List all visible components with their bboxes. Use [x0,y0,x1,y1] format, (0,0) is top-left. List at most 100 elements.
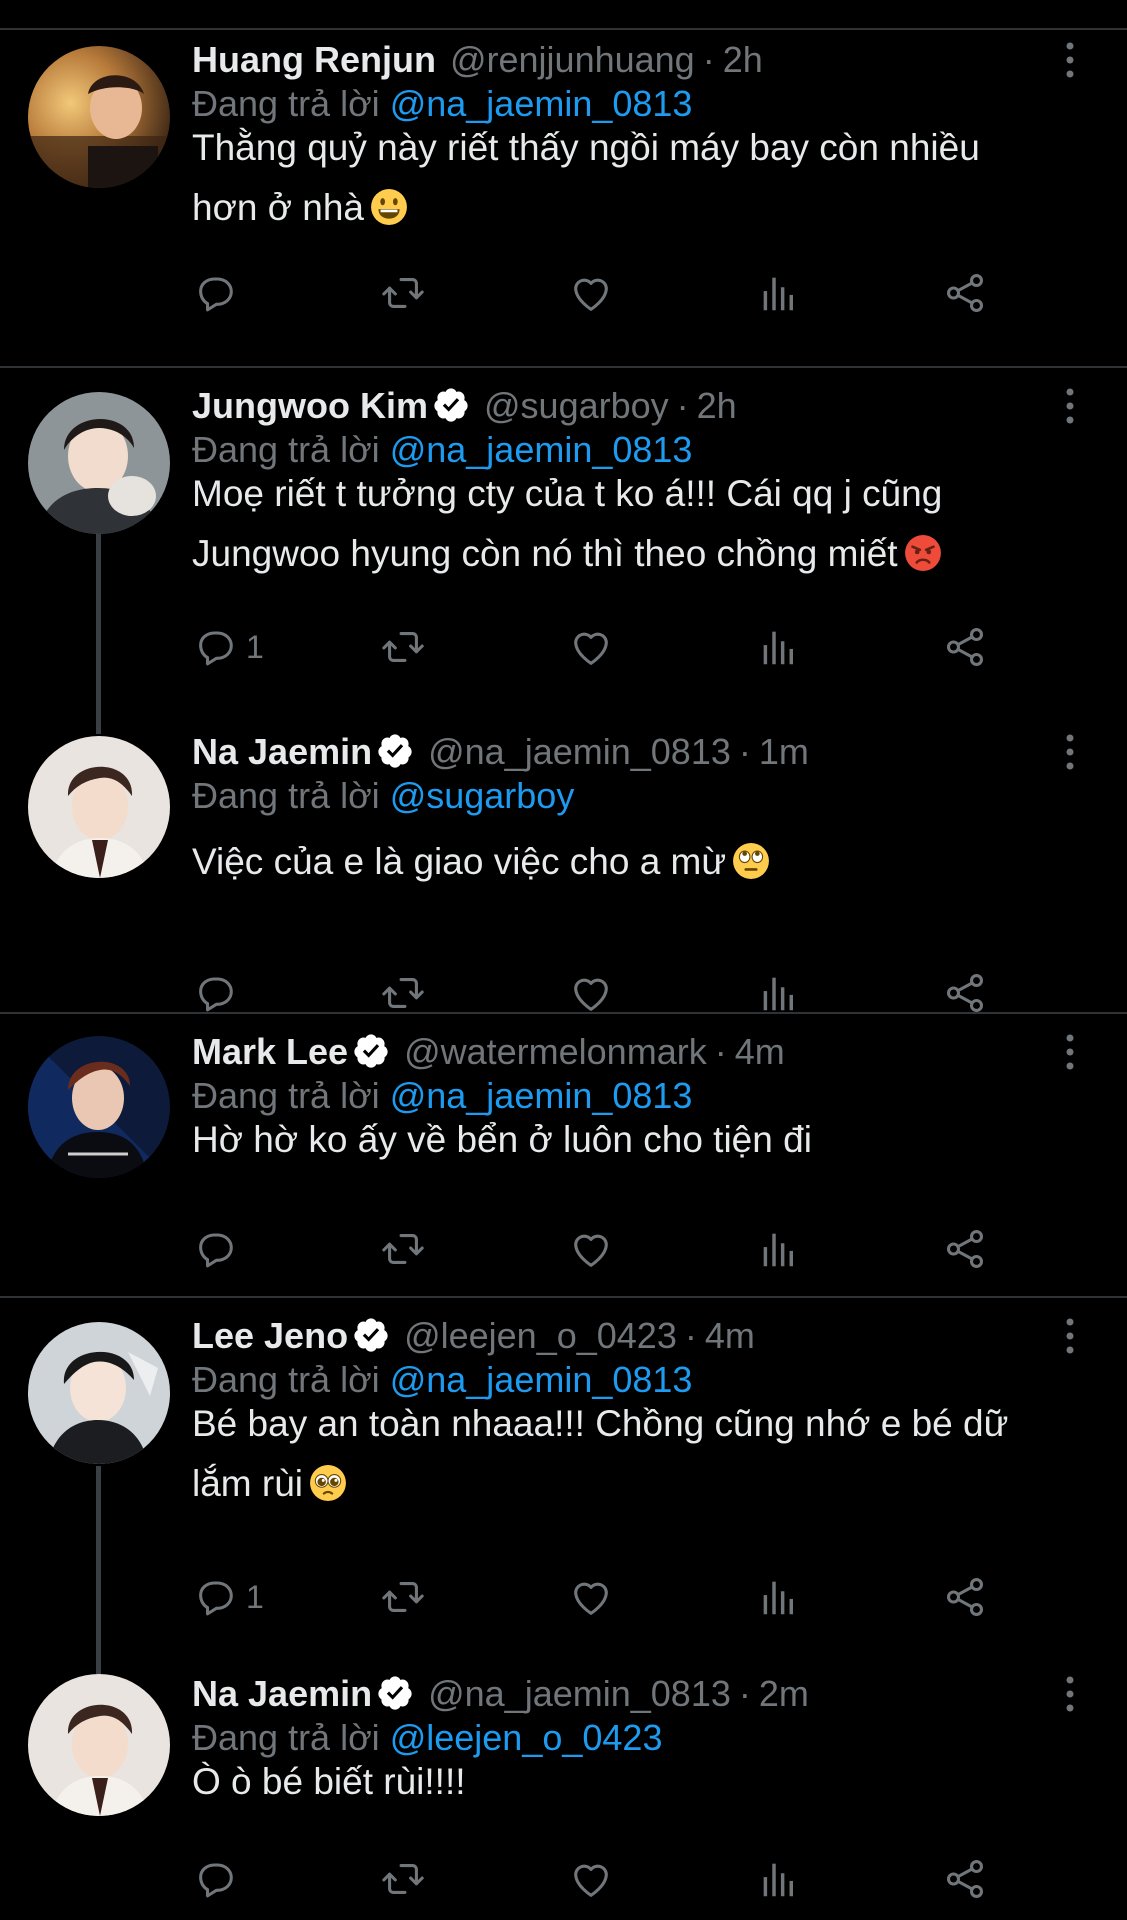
tweet-header: Lee Jeno @leejen_o_0423 · 4m [192,1314,755,1358]
reply-icon [192,624,238,670]
tweet-text-line: hơn ở nhà [192,178,1072,238]
share-button[interactable] [942,968,988,1018]
mention-link[interactable]: @sugarboy [390,775,575,816]
tweet-3[interactable]: Na Jaemin @na_jaemin_0813 · 1m Đang trả lời… [0,714,1127,1014]
display-name[interactable]: Na Jaemin [192,731,372,772]
handle[interactable]: @renjjunhuang [450,39,695,80]
analytics-button[interactable] [756,1854,802,1904]
avatar[interactable] [28,736,170,878]
angry-face-emoji [904,535,941,571]
share-button[interactable] [942,1572,988,1622]
reply-icon [192,1856,238,1902]
analytics-button[interactable] [756,1224,802,1274]
reply-button[interactable] [192,268,238,318]
reply-button[interactable]: 1 [192,1572,264,1622]
avatar[interactable] [28,392,170,534]
tweet-text-line: Hờ hờ ko ấy về bển ở luôn cho tiện đi [192,1119,812,1160]
display-name[interactable]: Huang Renjun [192,39,436,80]
tweet-1[interactable]: Huang Renjun @renjjunhuang · 2h Đang trả lờ… [0,30,1127,368]
reply-button[interactable] [192,1224,238,1274]
verified-badge-icon [352,1316,390,1354]
share-button[interactable] [942,622,988,672]
retweet-icon [380,1574,426,1620]
tweet-header: Huang Renjun @renjjunhuang · 2h [192,38,763,82]
display-name[interactable]: Mark Lee [192,1031,348,1072]
tweet-text-line: Việc của e là giao việc cho a mừ [192,832,1072,892]
more-options-icon[interactable] [1058,38,1082,82]
analytics-button[interactable] [756,968,802,1018]
timestamp[interactable]: 2h [723,39,763,80]
display-name[interactable]: Lee Jeno [192,1315,348,1356]
avatar-image [28,1674,170,1816]
share-button[interactable] [942,268,988,318]
analytics-button[interactable] [756,1572,802,1622]
tweet-header: Mark Lee @watermelonmark · 4m [192,1030,785,1074]
timestamp[interactable]: 2h [697,385,737,426]
handle[interactable]: @leejen_o_0423 [404,1315,677,1356]
reply-count: 1 [246,1578,264,1615]
share-button[interactable] [942,1854,988,1904]
analytics-button[interactable] [756,268,802,318]
tweet-6[interactable]: Na Jaemin @na_jaemin_0813 · 2m Đang trả lời… [0,1660,1127,1920]
retweet-button[interactable] [380,1224,426,1274]
handle[interactable]: @na_jaemin_0813 [428,731,731,772]
like-button[interactable] [568,1224,614,1274]
tweet-text: Việc của e là giao việc cho a mừ [192,832,1072,892]
more-options-icon[interactable] [1058,1672,1082,1716]
more-options-icon[interactable] [1058,1314,1082,1358]
replying-to: Đang trả lời @sugarboy [192,774,574,818]
reply-button[interactable]: 1 [192,622,264,672]
like-button[interactable] [568,1572,614,1622]
tweet-5[interactable]: Lee Jeno @leejen_o_0423 · 4m Đang trả lời @n… [0,1298,1127,1660]
avatar[interactable] [28,1322,170,1464]
separator-dot: · [676,385,689,426]
tweet-text-line: Thằng quỷ này riết thấy ngồi máy bay còn… [192,127,980,168]
handle[interactable]: @na_jaemin_0813 [428,1673,731,1714]
share-button[interactable] [942,1224,988,1274]
more-options-icon[interactable] [1058,730,1082,774]
reply-button[interactable] [192,968,238,1018]
like-button[interactable] [568,1854,614,1904]
tweet-header: Na Jaemin @na_jaemin_0813 · 2m [192,1672,809,1716]
retweet-button[interactable] [380,968,426,1018]
more-options-icon[interactable] [1058,384,1082,428]
timestamp[interactable]: 4m [735,1031,785,1072]
more-options-icon[interactable] [1058,1030,1082,1074]
separator-dot: · [684,1315,697,1356]
avatar[interactable] [28,1674,170,1816]
handle[interactable]: @watermelonmark [404,1031,707,1072]
tweet-text: Ò ò bé biết rùi!!!! [192,1752,1072,1812]
retweet-icon [380,1226,426,1272]
analytics-button[interactable] [756,622,802,672]
retweet-button[interactable] [380,268,426,318]
tweet-text: Moẹ riết t tưởng cty của t ko á!!! Cái q… [192,464,1072,584]
analytics-icon [756,970,802,1016]
reply-button[interactable] [192,1854,238,1904]
avatar[interactable] [28,46,170,188]
tweet-actions: 1 [192,1572,1032,1622]
display-name[interactable]: Na Jaemin [192,1673,372,1714]
display-name[interactable]: Jungwoo Kim [192,385,428,426]
handle[interactable]: @sugarboy [484,385,669,426]
retweet-button[interactable] [380,1854,426,1904]
tweet-text: Thằng quỷ này riết thấy ngồi máy bay còn… [192,118,1072,238]
timestamp[interactable]: 4m [705,1315,755,1356]
analytics-icon [756,1574,802,1620]
retweet-icon [380,270,426,316]
tweet-4[interactable]: Mark Lee @watermelonmark · 4m Đang trả lời @… [0,1014,1127,1298]
like-button[interactable] [568,968,614,1018]
verified-badge-icon [376,732,414,770]
retweet-button[interactable] [380,622,426,672]
share-icon [942,1574,988,1620]
retweet-icon [380,1856,426,1902]
timestamp[interactable]: 1m [759,731,809,772]
share-icon [942,970,988,1016]
like-button[interactable] [568,268,614,318]
tweet-header: Na Jaemin @na_jaemin_0813 · 1m [192,730,809,774]
tweet-2[interactable]: Jungwoo Kim @sugarboy · 2h Đang trả lời @na_… [0,368,1127,714]
like-icon [568,1226,614,1272]
timestamp[interactable]: 2m [759,1673,809,1714]
avatar[interactable] [28,1036,170,1178]
retweet-button[interactable] [380,1572,426,1622]
like-button[interactable] [568,622,614,672]
